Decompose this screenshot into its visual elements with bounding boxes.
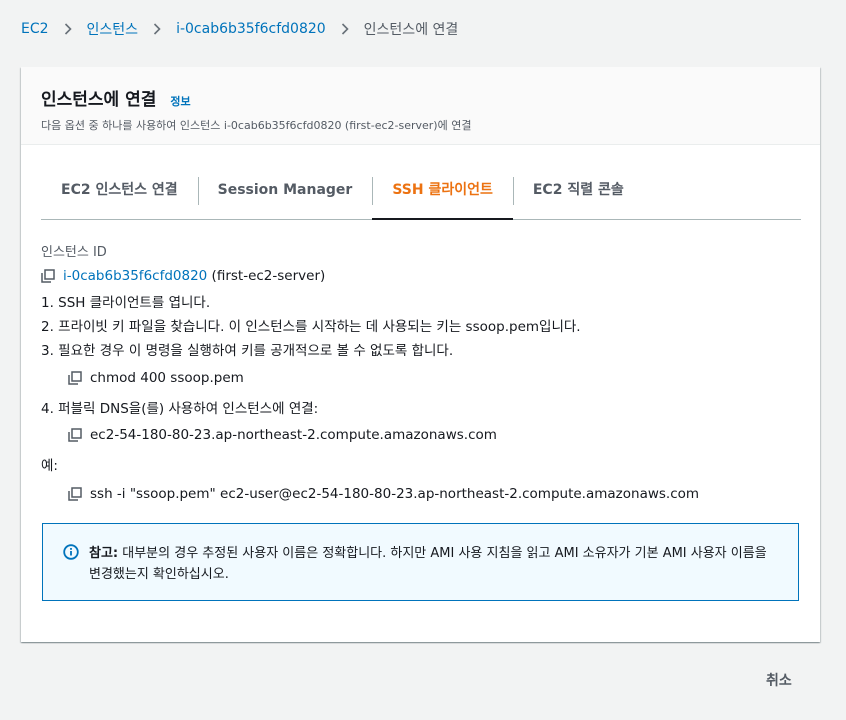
- step-4: 4. 퍼블릭 DNS을(를) 사용하여 인스턴스에 연결:: [41, 401, 319, 417]
- ssh-client-content: 인스턴스 ID i-0cab6b35f6cfd0820 (first-ec2-s…: [41, 241, 800, 505]
- instance-name: (first-ec2-server): [207, 268, 326, 284]
- steps-list: 1. SSH 클라이언트를 엽니다. 2. 프라이빗 키 파일을 찾습니다. 이…: [41, 291, 800, 446]
- step-3: 3. 필요한 경우 이 명령을 실행하여 키를 공개적으로 볼 수 없도록 합니…: [41, 343, 454, 359]
- chevron-right-icon: [338, 22, 352, 36]
- instance-id-row: i-0cab6b35f6cfd0820 (first-ec2-server): [41, 268, 800, 284]
- example-label: 예:: [41, 458, 58, 474]
- copy-icon[interactable]: [41, 269, 55, 283]
- panel-header: 인스턴스에 연결 정보 다음 옵션 중 하나를 사용하여 인스턴스 i-0cab…: [21, 67, 820, 145]
- alert-bold-label: 참고:: [89, 546, 119, 561]
- tab-bar: EC2 인스턴스 연결 Session Manager SSH 클라이언트 EC…: [41, 173, 801, 220]
- copy-icon[interactable]: [68, 428, 82, 442]
- info-alert: 참고: 대부분의 경우 추정된 사용자 이름은 정확합니다. 하지만 AMI 사…: [42, 523, 799, 601]
- connect-panel: 인스턴스에 연결 정보 다음 옵션 중 하나를 사용하여 인스턴스 i-0cab…: [21, 67, 820, 642]
- breadcrumb-instance-id[interactable]: i-0cab6b35f6cfd0820: [176, 21, 326, 37]
- tab-ssh-client[interactable]: SSH 클라이언트: [372, 173, 513, 220]
- instance-id-link[interactable]: i-0cab6b35f6cfd0820: [63, 268, 207, 284]
- public-dns: ec2-54-180-80-23.ap-northeast-2.compute.…: [90, 427, 497, 443]
- breadcrumb-current: 인스턴스에 연결: [363, 22, 459, 38]
- breadcrumb: EC2 인스턴스 i-0cab6b35f6cfd0820 인스턴스에 연결: [21, 19, 458, 39]
- chmod-command-row: chmod 400 ssoop.pem: [41, 367, 800, 389]
- tab-session-manager[interactable]: Session Manager: [197, 173, 373, 219]
- step-1: 1. SSH 클라이언트를 엽니다.: [41, 295, 211, 311]
- page-title: 인스턴스에 연결: [41, 90, 157, 110]
- chevron-right-icon: [150, 22, 164, 36]
- breadcrumb-instances[interactable]: 인스턴스: [87, 19, 139, 39]
- tab-ec2-instance-connect[interactable]: EC2 인스턴스 연결: [41, 173, 198, 219]
- chmod-command: chmod 400 ssoop.pem: [90, 370, 244, 386]
- ssh-command: ssh -i "ssoop.pem" ec2-user@ec2-54-180-8…: [90, 486, 700, 502]
- cancel-button[interactable]: 취소: [766, 670, 792, 690]
- dns-row: ec2-54-180-80-23.ap-northeast-2.compute.…: [41, 424, 800, 446]
- info-link[interactable]: 정보: [170, 93, 190, 109]
- copy-icon[interactable]: [68, 487, 82, 501]
- panel-description: 다음 옵션 중 하나를 사용하여 인스턴스 i-0cab6b35f6cfd082…: [41, 119, 472, 132]
- alert-text: 참고: 대부분의 경우 추정된 사용자 이름은 정확합니다. 하지만 AMI 사…: [89, 543, 778, 600]
- tab-ec2-serial-console[interactable]: EC2 직렬 콘솔: [512, 173, 644, 219]
- alert-message: 대부분의 경우 추정된 사용자 이름은 정확합니다. 하지만 AMI 사용 지침…: [89, 546, 767, 582]
- chevron-right-icon: [61, 22, 75, 36]
- ssh-command-row: ssh -i "ssoop.pem" ec2-user@ec2-54-180-8…: [41, 483, 800, 505]
- breadcrumb-ec2[interactable]: EC2: [21, 21, 49, 37]
- step-2: 2. 프라이빗 키 파일을 찾습니다. 이 인스턴스를 시작하는 데 사용되는 …: [41, 319, 581, 335]
- info-circle-icon: [63, 544, 79, 560]
- instance-id-label: 인스턴스 ID: [41, 245, 107, 260]
- copy-icon[interactable]: [68, 371, 82, 385]
